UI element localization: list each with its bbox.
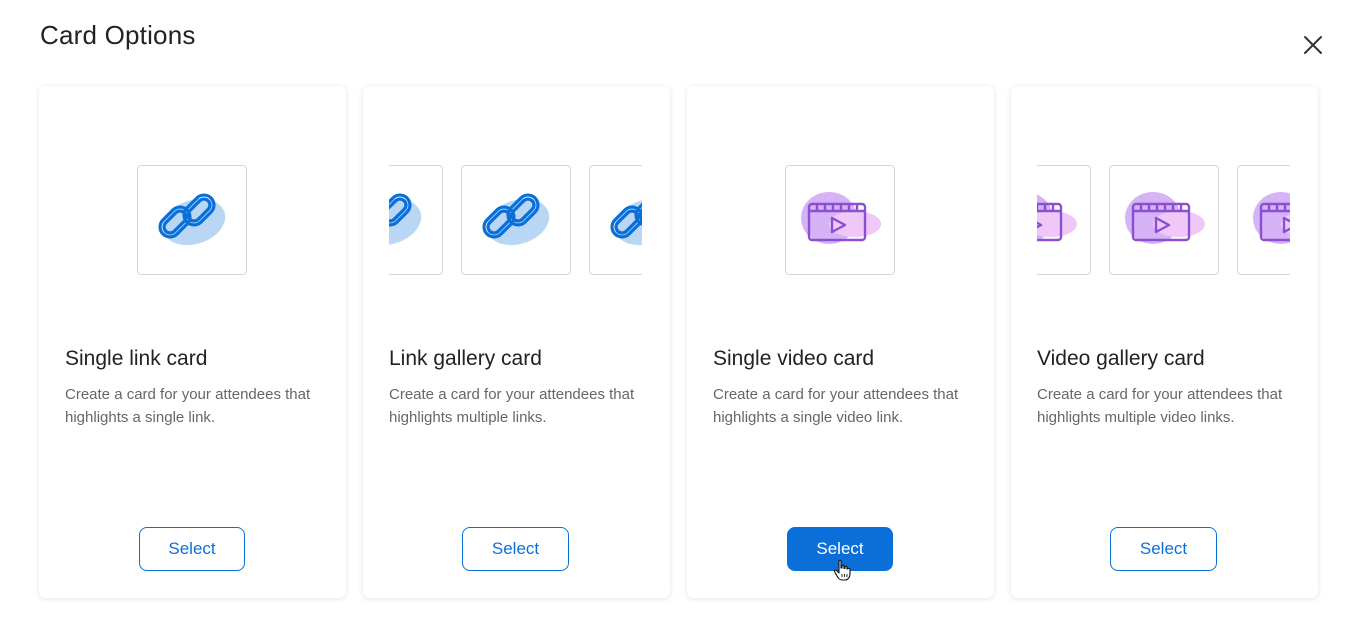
link-gallery-card: Link gallery card Create a card for your… — [363, 86, 670, 598]
card-title: Link gallery card — [389, 347, 542, 370]
card-title: Single video card — [713, 347, 875, 370]
card-preview — [39, 165, 346, 275]
video-icon — [1253, 192, 1290, 244]
video-thumbnail — [1237, 165, 1290, 275]
video-icon — [1037, 194, 1077, 242]
select-button[interactable]: Select — [139, 527, 245, 571]
close-button[interactable] — [1300, 32, 1326, 58]
link-thumbnail — [589, 165, 642, 275]
link-thumbnail — [461, 165, 571, 275]
card-description: Create a card for your attendees that hi… — [389, 386, 635, 426]
card-preview — [687, 165, 994, 275]
link-icon — [482, 193, 550, 246]
link-thumbnail — [389, 165, 443, 275]
link-thumbnail — [137, 165, 247, 275]
select-button[interactable]: Select — [1110, 527, 1217, 571]
card-title: Single link card — [65, 347, 208, 370]
modal-title: Card Options — [40, 20, 196, 50]
close-icon — [1304, 36, 1322, 54]
card-preview — [363, 165, 670, 275]
hand-cursor-icon — [833, 559, 851, 581]
select-button[interactable]: Select — [462, 527, 569, 571]
card-preview — [1011, 165, 1318, 275]
card-title: Video gallery card — [1037, 347, 1205, 370]
video-thumbnail — [1109, 165, 1219, 275]
gallery-preview — [389, 165, 642, 275]
video-icon — [801, 192, 881, 244]
video-thumbnail — [1037, 165, 1091, 275]
card-description: Create a card for your attendees that hi… — [713, 386, 959, 426]
video-icon — [1125, 192, 1205, 244]
single-video-card: Single video card Create a card for your… — [687, 86, 994, 598]
card-options-list: Single link card Create a card for your … — [39, 86, 1318, 598]
card-description: Create a card for your attendees that hi… — [65, 386, 311, 426]
video-thumbnail — [785, 165, 895, 275]
link-icon — [158, 193, 226, 246]
card-description: Create a card for your attendees that hi… — [1037, 386, 1283, 426]
gallery-preview — [1037, 165, 1290, 275]
link-icon — [389, 193, 422, 246]
single-link-card: Single link card Create a card for your … — [39, 86, 346, 598]
link-icon — [610, 193, 642, 246]
video-gallery-card: Video gallery card Create a card for you… — [1011, 86, 1318, 598]
